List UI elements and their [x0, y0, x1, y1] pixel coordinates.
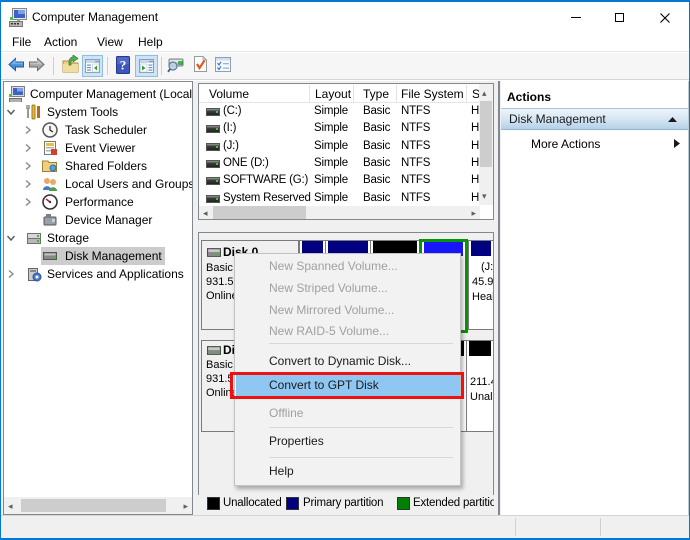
svg-text:?: ?	[120, 58, 127, 73]
